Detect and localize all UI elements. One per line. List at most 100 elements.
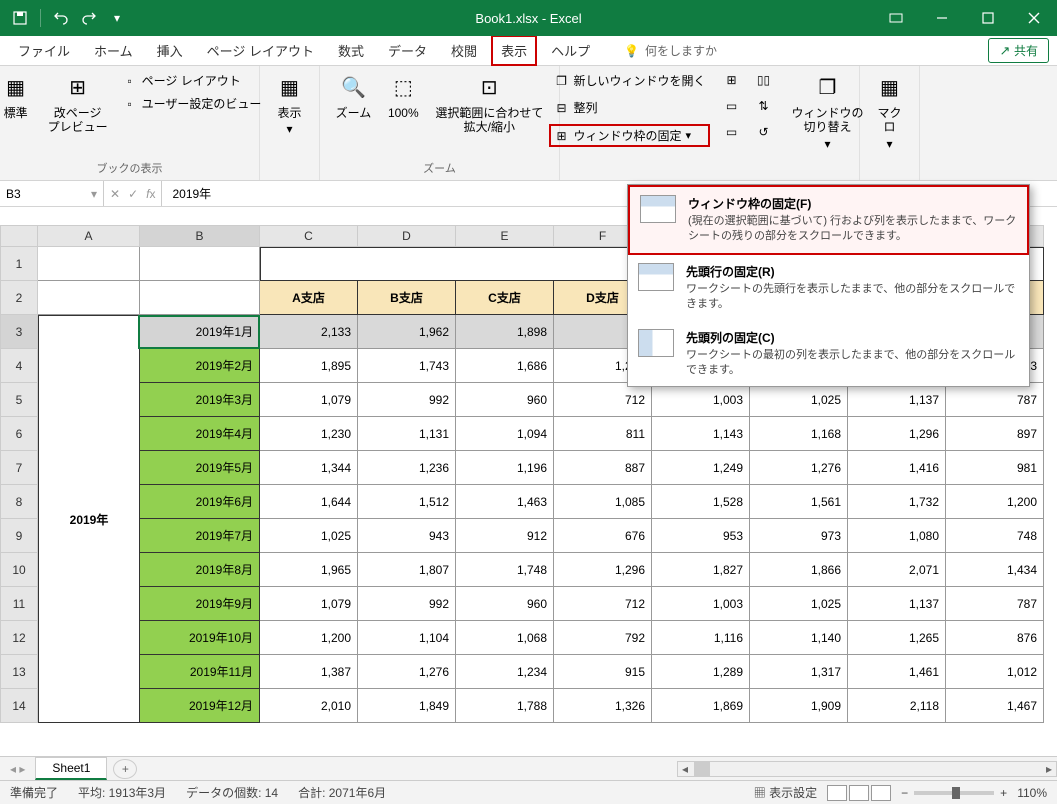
cell[interactable]: 1,131 xyxy=(358,417,456,451)
cell[interactable]: 953 xyxy=(652,519,750,553)
select-all[interactable] xyxy=(0,225,38,247)
cell[interactable]: 1,140 xyxy=(750,621,848,655)
cell[interactable]: 981 xyxy=(946,451,1044,485)
freeze-top-row-item[interactable]: 先頭行の固定(R)ワークシートの先頭行を表示したままで、他の部分をスクロールでき… xyxy=(628,255,1029,321)
cell[interactable]: 1,137 xyxy=(848,587,946,621)
cell[interactable]: 1,732 xyxy=(848,485,946,519)
cell[interactable]: 1,094 xyxy=(456,417,554,451)
cell[interactable]: 1,003 xyxy=(652,587,750,621)
cell[interactable]: 748 xyxy=(946,519,1044,553)
cell[interactable]: 2,071 xyxy=(848,553,946,587)
cell[interactable]: 1,079 xyxy=(260,587,358,621)
col-header[interactable]: D xyxy=(358,225,456,247)
sheet-tab[interactable]: Sheet1 xyxy=(35,757,107,780)
view-custom-button[interactable]: ▫ユーザー設定のビュー xyxy=(118,93,266,114)
cell[interactable]: 1,827 xyxy=(652,553,750,587)
cell[interactable]: 1,196 xyxy=(456,451,554,485)
cell[interactable]: C支店 xyxy=(456,281,554,315)
cell[interactable]: 712 xyxy=(554,383,652,417)
view-side-button[interactable]: ▯▯ xyxy=(752,70,776,90)
fx-icon[interactable]: fx xyxy=(146,187,155,201)
zoom-level[interactable]: 110% xyxy=(1017,786,1047,800)
cell[interactable]: 1,416 xyxy=(848,451,946,485)
cell[interactable]: 2,133 xyxy=(260,315,358,349)
cell[interactable]: 1,249 xyxy=(652,451,750,485)
cell[interactable]: 1,512 xyxy=(358,485,456,519)
cell[interactable]: 1,434 xyxy=(946,553,1044,587)
cell[interactable]: 1,962 xyxy=(358,315,456,349)
cell[interactable]: 1,137 xyxy=(848,383,946,417)
cell[interactable]: 1,561 xyxy=(750,485,848,519)
save-icon[interactable] xyxy=(8,6,32,30)
cancel-formula-icon[interactable]: ✕ xyxy=(110,187,120,201)
cell[interactable]: 1,866 xyxy=(750,553,848,587)
cell[interactable]: 1,104 xyxy=(358,621,456,655)
cell[interactable]: 1,326 xyxy=(554,689,652,723)
cell[interactable]: 1,743 xyxy=(358,349,456,383)
cell[interactable]: 676 xyxy=(554,519,652,553)
cell[interactable]: 915 xyxy=(554,655,652,689)
row-header[interactable]: 10 xyxy=(0,553,38,587)
cell[interactable]: 1,909 xyxy=(750,689,848,723)
cell[interactable]: 2019年7月 xyxy=(140,519,260,553)
horizontal-scrollbar[interactable]: ◂▸ xyxy=(677,761,1057,777)
switch-windows-button[interactable]: ❐ウィンドウの 切り替え▾ xyxy=(786,70,870,153)
close-icon[interactable] xyxy=(1011,0,1057,36)
cell[interactable]: 1,898 xyxy=(456,315,554,349)
row-header[interactable]: 11 xyxy=(0,587,38,621)
col-header[interactable]: C xyxy=(260,225,358,247)
cell[interactable]: 876 xyxy=(946,621,1044,655)
maximize-icon[interactable] xyxy=(965,0,1011,36)
row-header[interactable]: 4 xyxy=(0,349,38,383)
qat-dropdown-icon[interactable]: ▾ xyxy=(105,6,129,30)
cell[interactable]: 1,025 xyxy=(750,383,848,417)
cell[interactable]: 1,644 xyxy=(260,485,358,519)
tab-view[interactable]: 表示 xyxy=(491,35,537,66)
cell[interactable]: 1,289 xyxy=(652,655,750,689)
zoom-100-button[interactable]: ⬚100% xyxy=(381,70,425,122)
enter-formula-icon[interactable]: ✓ xyxy=(128,187,138,201)
sheet-nav[interactable]: ◂ ▸ xyxy=(0,762,35,776)
cell[interactable]: 1,080 xyxy=(848,519,946,553)
reset-position-button[interactable]: ↺ xyxy=(752,122,776,142)
cell[interactable]: 2019年6月 xyxy=(140,485,260,519)
cell[interactable]: 2019年5月 xyxy=(140,451,260,485)
cell[interactable]: 787 xyxy=(946,383,1044,417)
cell[interactable]: 811 xyxy=(554,417,652,451)
view-mode-buttons[interactable] xyxy=(827,785,891,801)
cell[interactable]: 2019年2月 xyxy=(140,349,260,383)
cell[interactable]: 1,344 xyxy=(260,451,358,485)
col-header[interactable]: A xyxy=(38,225,140,247)
tab-formulas[interactable]: 数式 xyxy=(328,35,374,66)
cell[interactable]: 2019年10月 xyxy=(140,621,260,655)
cell[interactable]: 1,236 xyxy=(358,451,456,485)
row-header[interactable]: 1 xyxy=(0,247,38,281)
cell[interactable]: 2019年12月 xyxy=(140,689,260,723)
cell[interactable]: 992 xyxy=(358,383,456,417)
row-header[interactable]: 6 xyxy=(0,417,38,451)
cell[interactable]: 1,317 xyxy=(750,655,848,689)
cell[interactable]: 1,200 xyxy=(260,621,358,655)
cell[interactable]: 1,003 xyxy=(652,383,750,417)
arrange-button[interactable]: ⊟整列 xyxy=(549,97,709,118)
row-header[interactable]: 5 xyxy=(0,383,38,417)
cell[interactable]: 1,869 xyxy=(652,689,750,723)
cell[interactable]: 1,965 xyxy=(260,553,358,587)
undo-icon[interactable] xyxy=(49,6,73,30)
row-header[interactable]: 12 xyxy=(0,621,38,655)
tab-insert[interactable]: 挿入 xyxy=(147,35,193,66)
macros-button[interactable]: ▦マクロ▾ xyxy=(868,70,912,153)
cell[interactable]: 897 xyxy=(946,417,1044,451)
minimize-icon[interactable] xyxy=(919,0,965,36)
new-window-button[interactable]: ❐新しいウィンドウを開く xyxy=(549,70,709,91)
view-normal-button[interactable]: ▦標準 xyxy=(0,70,38,122)
cell[interactable] xyxy=(38,281,140,315)
cell[interactable]: 943 xyxy=(358,519,456,553)
cell[interactable] xyxy=(140,281,260,315)
cell[interactable] xyxy=(38,247,140,281)
cell[interactable]: 1,748 xyxy=(456,553,554,587)
cell[interactable]: 2019年3月 xyxy=(140,383,260,417)
cell[interactable]: 1,849 xyxy=(358,689,456,723)
row-header[interactable]: 2 xyxy=(0,281,38,315)
cell[interactable]: 912 xyxy=(456,519,554,553)
